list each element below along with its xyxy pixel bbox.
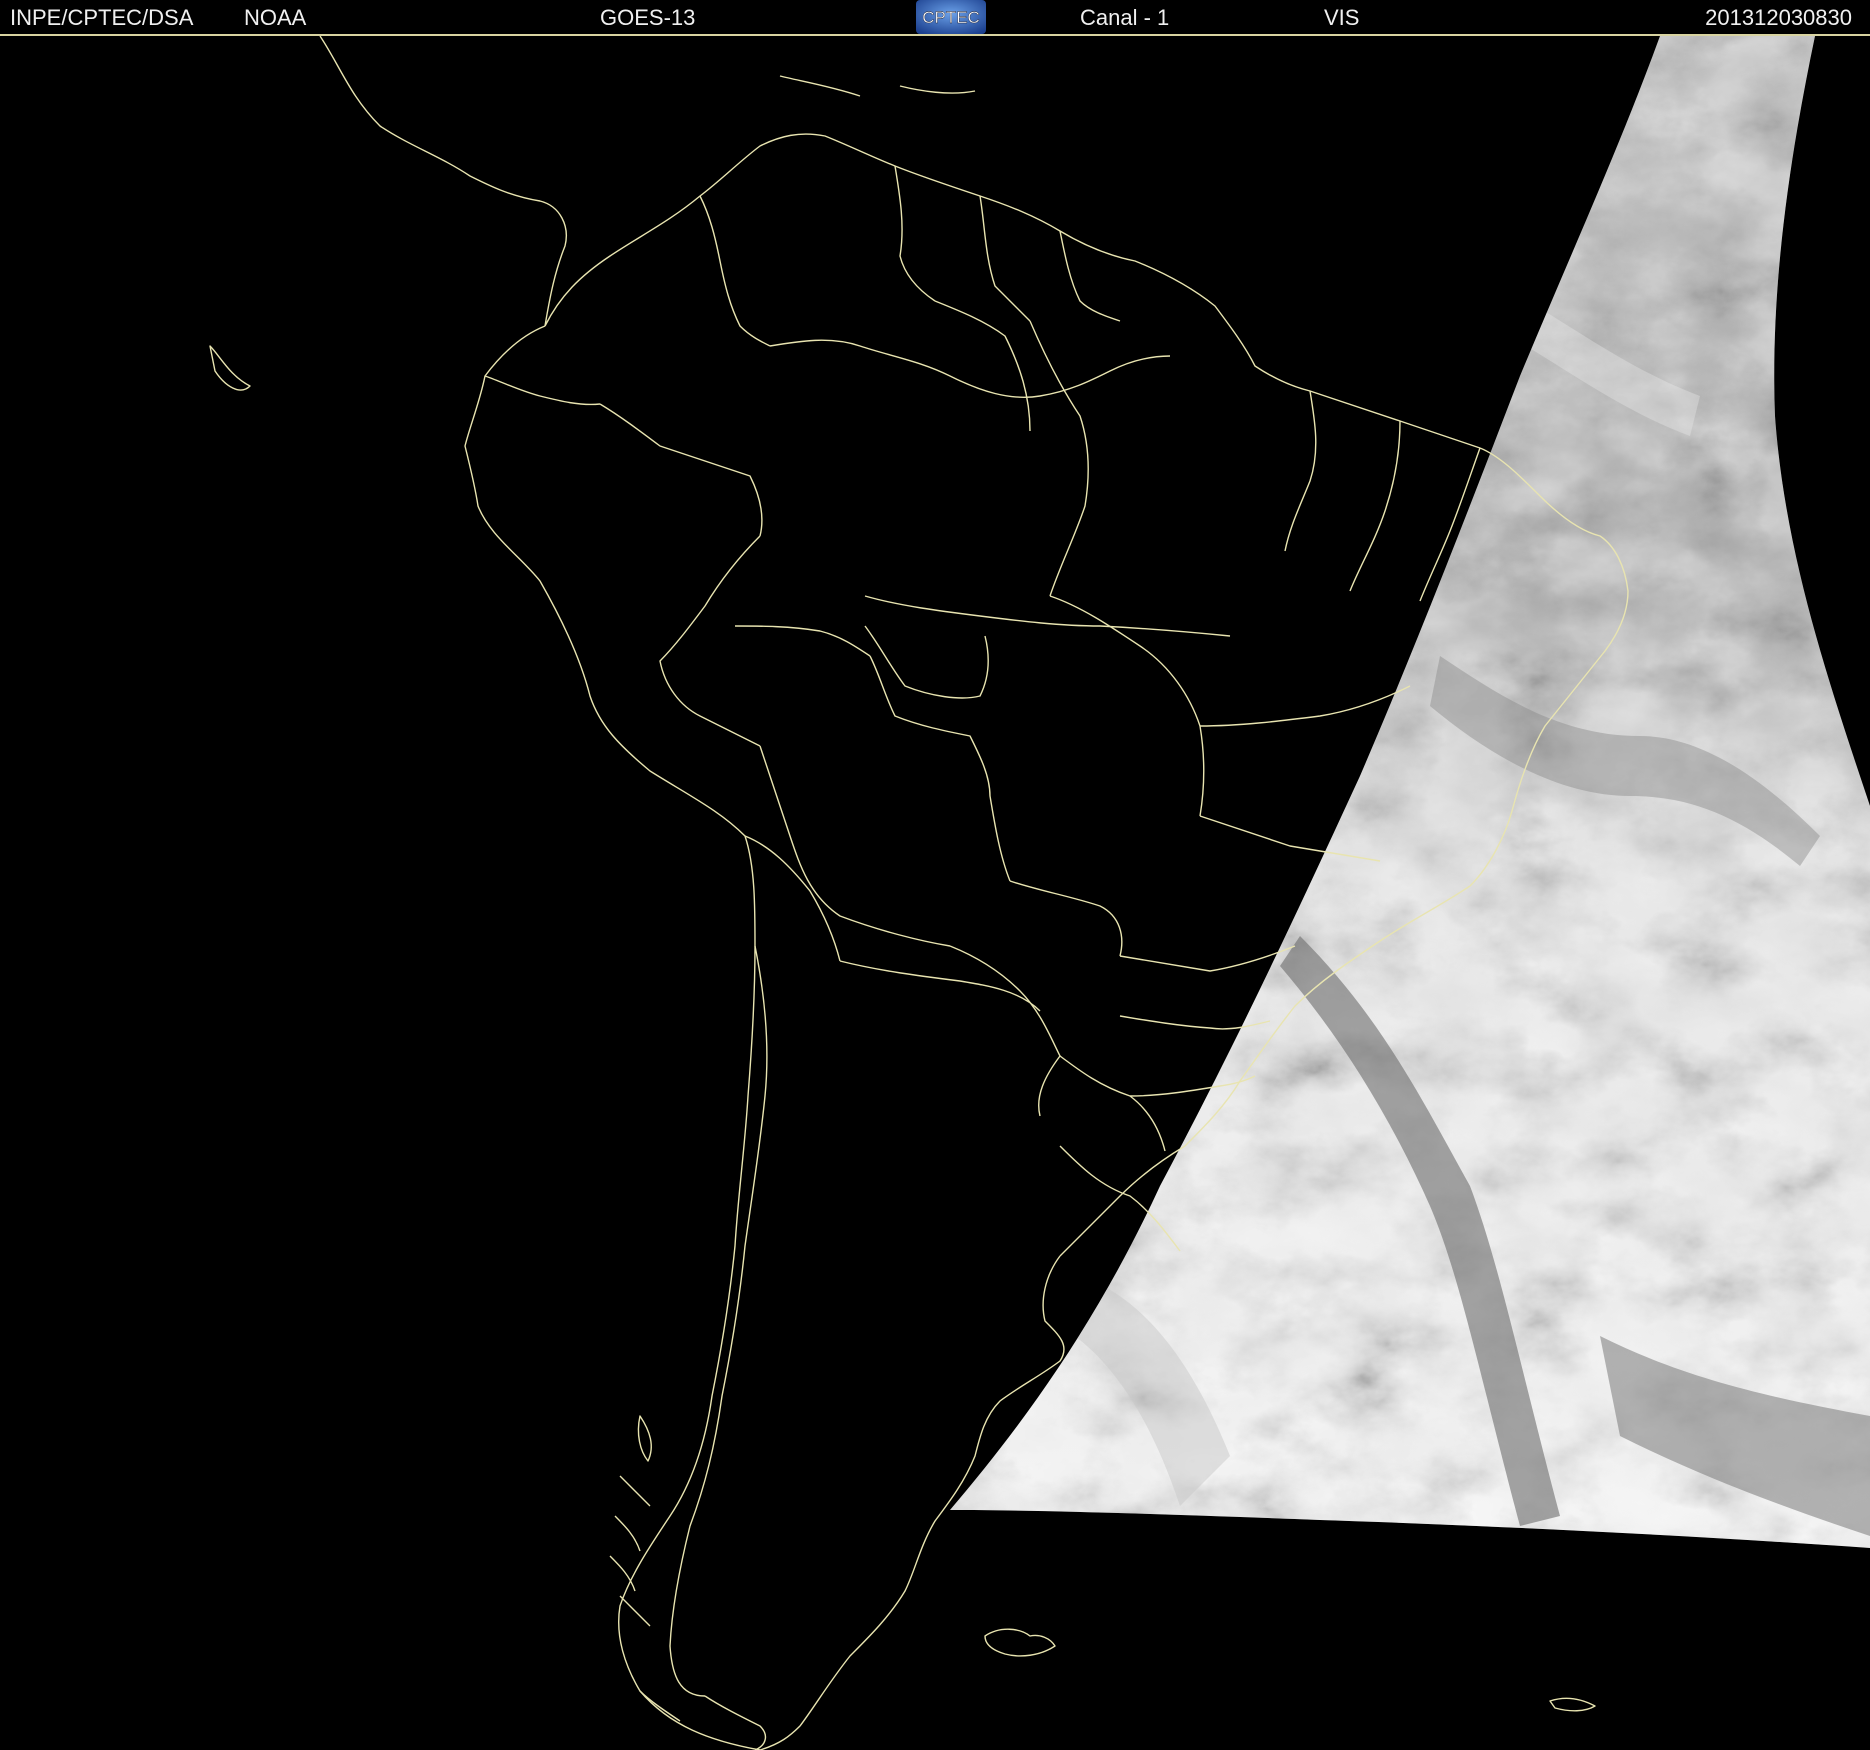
west-coast xyxy=(464,325,761,1750)
brazil-roraima xyxy=(934,300,1031,432)
header-bar: INPE/CPTEC/DSA NOAA GOES-13 CPTEC Canal … xyxy=(0,0,1870,36)
chile-argentina-border xyxy=(669,945,768,1697)
paraguay-border xyxy=(949,945,1061,1117)
bolivia-south-border xyxy=(759,745,951,947)
chiloe-island xyxy=(637,1415,652,1462)
timestamp-label: 201312030830 xyxy=(1705,5,1852,30)
caribbean-islands xyxy=(209,75,976,391)
channel-label: Canal - 1 xyxy=(1080,5,1170,30)
brazil-amazonas-para xyxy=(1029,320,1089,597)
peru-bolivia-border xyxy=(734,625,871,657)
bolivia-brazil-border xyxy=(869,655,1011,882)
suriname-guiana-border xyxy=(1059,230,1121,322)
cptec-logo-icon: CPTEC xyxy=(916,0,986,34)
logo-text: CPTEC xyxy=(922,8,980,27)
tierra-del-fuego xyxy=(639,1690,767,1750)
chile-bolivia-border xyxy=(744,835,841,962)
brazil-bahia xyxy=(1199,685,1411,727)
ecuador-colombia-border xyxy=(484,375,601,406)
satellite-label: GOES-13 xyxy=(600,5,696,30)
argentina-north-border xyxy=(839,960,1041,1012)
paraguay-brazil-border xyxy=(1009,880,1123,957)
agency-label: NOAA xyxy=(244,5,307,30)
brazil-northeast-1 xyxy=(1284,390,1317,552)
venezuela-guyana-border xyxy=(894,165,936,302)
peru-brazil-border xyxy=(659,535,761,747)
central-america-coast xyxy=(319,36,567,327)
brazil-north-border xyxy=(769,339,1171,398)
brazil-northeast-2 xyxy=(1349,420,1401,592)
guyana-suriname-border xyxy=(979,195,1031,322)
argentina-brazil-border xyxy=(1059,1055,1166,1152)
brazil-mato-grosso xyxy=(864,595,1231,637)
institution-label: INPE/CPTEC/DSA xyxy=(10,5,194,30)
falkland-islands xyxy=(984,1628,1056,1657)
south-georgia xyxy=(1549,1697,1596,1712)
satellite-map xyxy=(209,36,1870,1750)
brazil-goias xyxy=(1049,595,1205,817)
colombia-venezuela-border xyxy=(699,195,771,347)
peru-colombia-border xyxy=(599,403,763,537)
north-coast xyxy=(544,133,1481,449)
chile-fjords xyxy=(609,1475,651,1627)
brazil-sao-paulo xyxy=(1119,945,1296,972)
cloud-swath xyxy=(950,36,1870,1548)
band-label: VIS xyxy=(1324,5,1360,30)
